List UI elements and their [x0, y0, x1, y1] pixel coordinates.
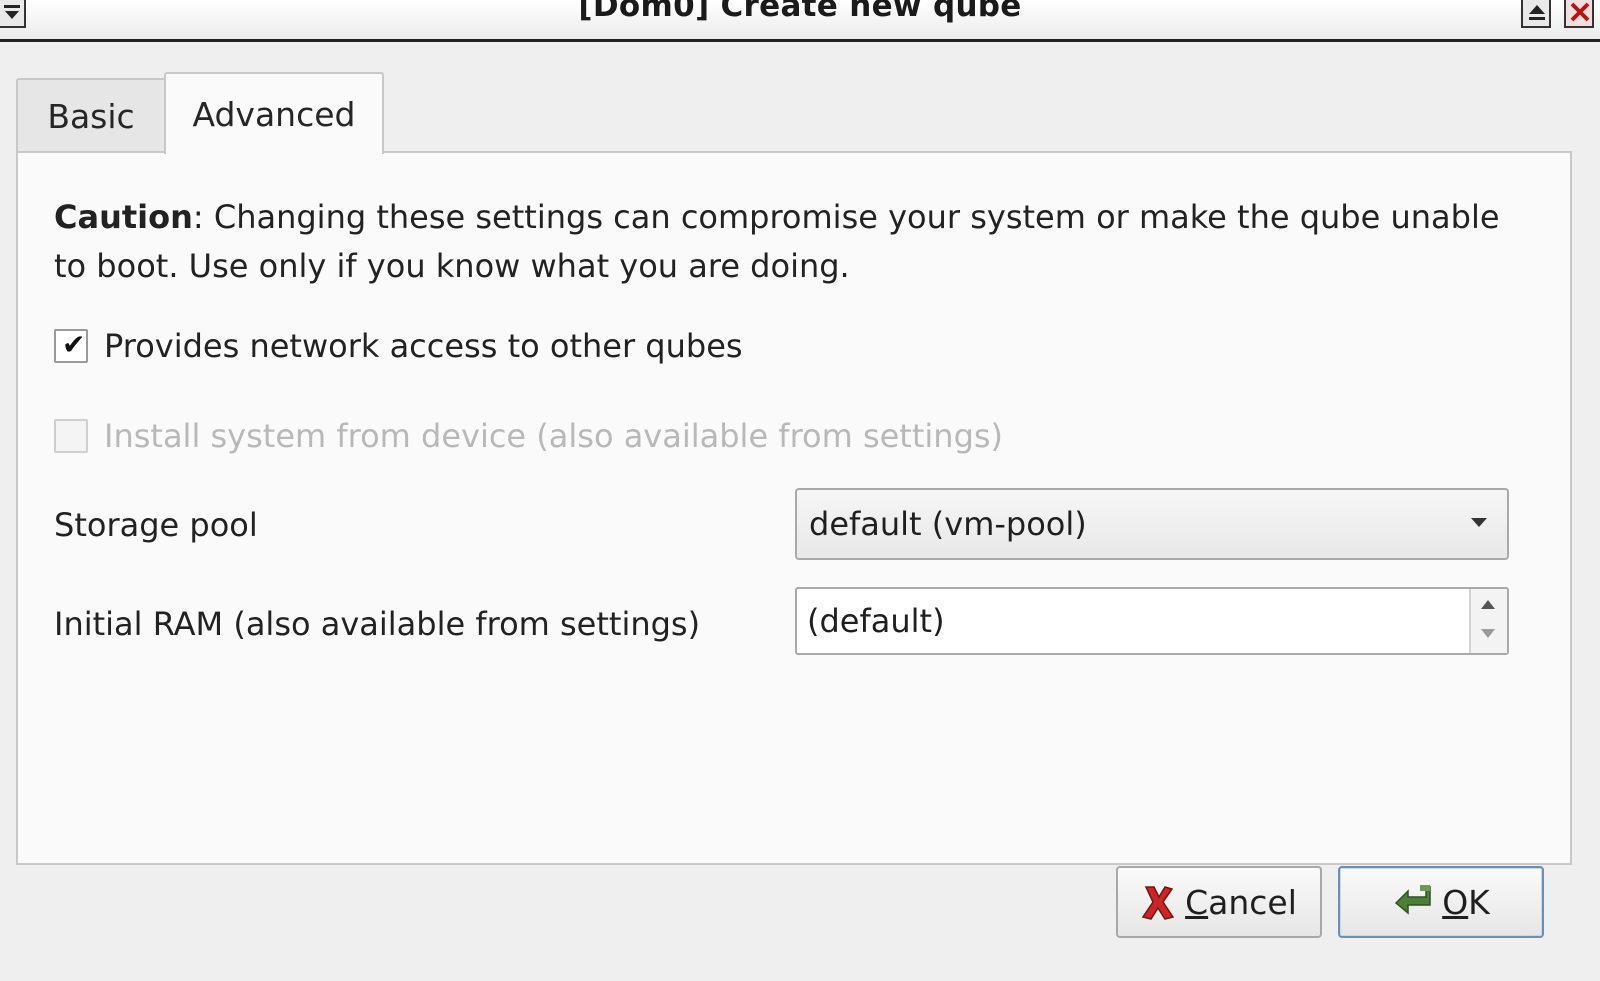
maximize-button[interactable]	[1521, 0, 1551, 28]
maximize-icon	[1529, 5, 1545, 20]
ok-button[interactable]: OK	[1338, 866, 1544, 938]
tab-basic-label: Basic	[47, 96, 135, 136]
red-x-icon	[1141, 883, 1175, 921]
caution-message: Caution: Changing these settings can com…	[54, 193, 1514, 291]
provides-network-checkbox[interactable]	[54, 328, 88, 363]
provides-network-row[interactable]: Provides network access to other qubes	[54, 326, 743, 366]
initial-ram-spinbox[interactable]: (default)	[795, 587, 1509, 655]
install-from-device-checkbox	[54, 419, 88, 453]
cancel-label: Cancel	[1185, 882, 1297, 922]
install-from-device-label: Install system from device (also availab…	[104, 417, 1004, 455]
chevron-down-icon	[1471, 518, 1487, 527]
close-button[interactable]	[1564, 0, 1594, 28]
provides-network-label[interactable]: Provides network access to other qubes	[104, 327, 743, 365]
tab-advanced[interactable]: Advanced	[164, 72, 384, 154]
initial-ram-label: Initial RAM (also available from setting…	[54, 605, 701, 643]
storage-pool-select[interactable]: default (vm-pool)	[795, 488, 1509, 560]
ok-label: OK	[1442, 882, 1490, 922]
initial-ram-stepper[interactable]	[1469, 589, 1507, 653]
tab-advanced-label: Advanced	[192, 94, 356, 134]
window-title: [Dom0] Create new qube	[578, 0, 1022, 24]
install-from-device-row: Install system from device (also availab…	[54, 416, 1003, 456]
tab-basic[interactable]: Basic	[16, 78, 166, 152]
close-icon	[1570, 2, 1590, 22]
spin-up-icon[interactable]	[1481, 600, 1495, 609]
caution-title: Caution	[54, 198, 193, 236]
green-check-arrow-icon	[1392, 883, 1432, 921]
storage-pool-label: Storage pool	[54, 506, 258, 544]
caution-text: : Changing these settings can compromise…	[54, 198, 1500, 285]
window-titlebar[interactable]: [Dom0] Create new qube	[0, 0, 1600, 42]
cancel-button[interactable]: Cancel	[1116, 866, 1322, 938]
storage-pool-value: default (vm-pool)	[809, 505, 1087, 543]
spin-down-icon[interactable]	[1481, 629, 1495, 638]
initial-ram-value[interactable]: (default)	[807, 589, 945, 653]
